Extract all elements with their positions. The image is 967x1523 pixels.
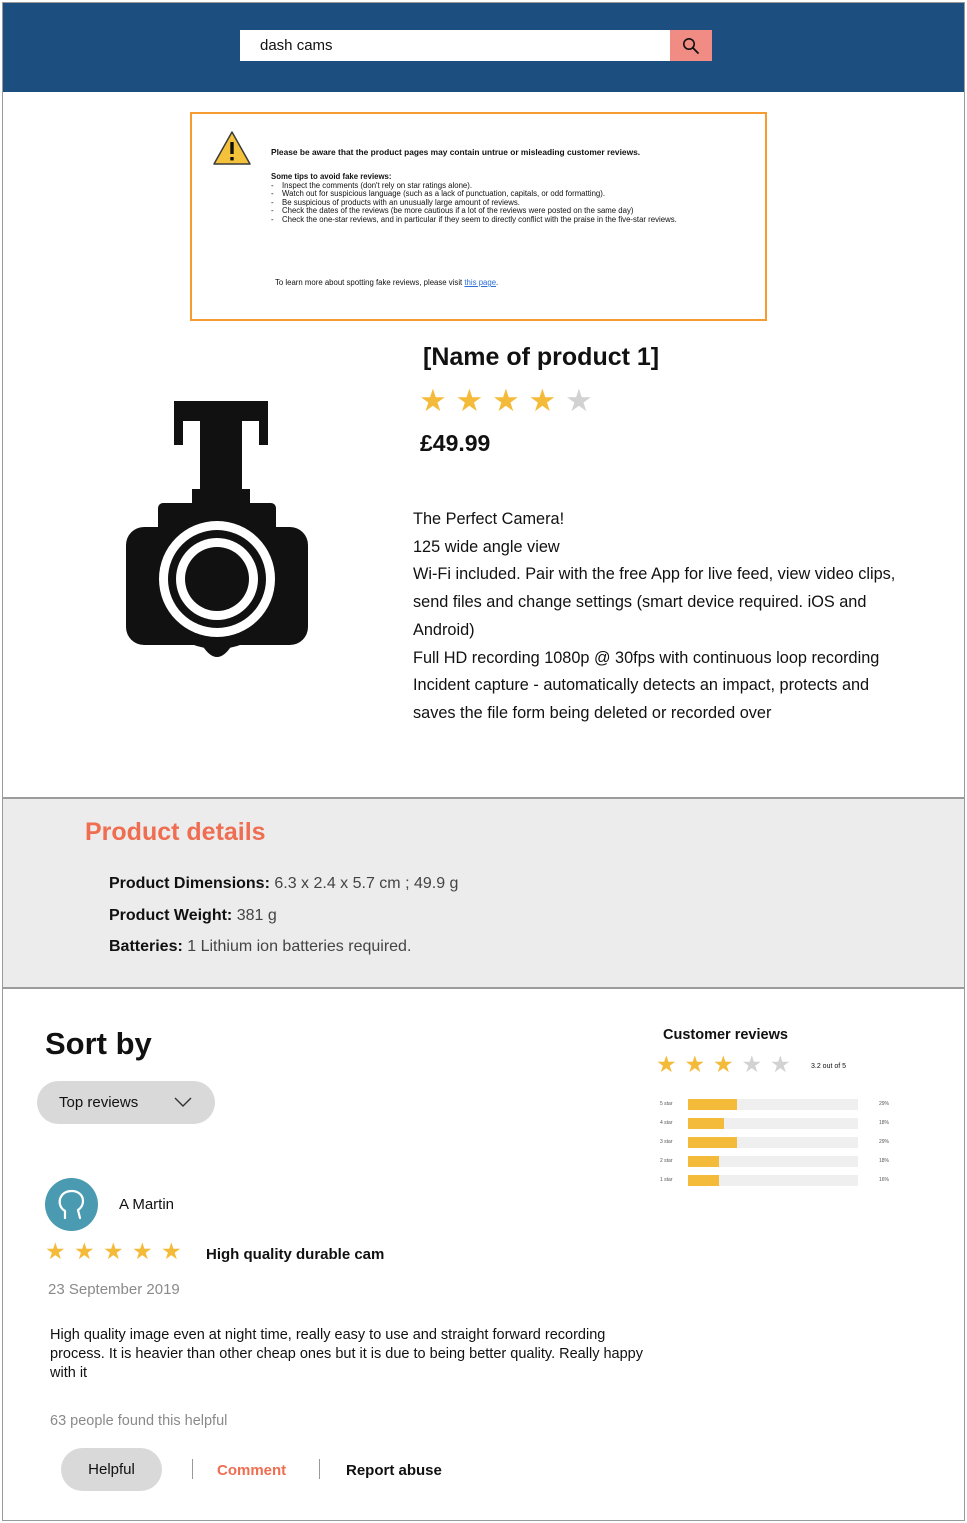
- product-rating: ★ ★ ★ ★ ★: [419, 385, 602, 416]
- histogram-row[interactable]: 3 star 29%: [660, 1137, 900, 1149]
- star-filled-icon: ★: [713, 1051, 734, 1077]
- detail-row-dimensions: Product Dimensions: 6.3 x 2.4 x 5.7 cm ;…: [109, 875, 458, 893]
- sort-by-title: Sort by: [45, 1026, 152, 1061]
- user-avatar-icon: [58, 1189, 84, 1219]
- product-price: £49.99: [420, 430, 491, 456]
- helpful-count: 63 people found this helpful: [50, 1413, 228, 1429]
- product-details-section: Product details Product Dimensions: 6.3 …: [3, 797, 964, 989]
- product-details-title: Product details: [85, 818, 266, 846]
- warning-icon: [213, 131, 251, 165]
- reviewer-avatar: [45, 1178, 98, 1231]
- star-filled-icon: ★: [161, 1238, 182, 1264]
- customer-reviews-score: 3.2 out of 5: [811, 1063, 847, 1070]
- star-filled-icon: ★: [656, 1051, 677, 1077]
- product-title: [Name of product 1]: [423, 343, 660, 371]
- star-empty-icon: ★: [565, 383, 593, 418]
- search-button[interactable]: [670, 30, 712, 61]
- histogram-row[interactable]: 1 star 16%: [660, 1175, 900, 1187]
- review-rating: ★ ★ ★ ★ ★: [45, 1240, 190, 1263]
- feature-item: Full HD recording 1080p @ 30fps with con…: [413, 648, 880, 667]
- histogram-track: [688, 1137, 858, 1148]
- detail-label: Batteries:: [109, 938, 183, 955]
- histogram-percent: 18%: [879, 1158, 890, 1164]
- star-empty-icon: ★: [741, 1051, 763, 1077]
- warning-footer-text: To learn more about spotting fake review…: [275, 278, 465, 287]
- histogram-label: 4 star: [660, 1120, 673, 1126]
- feature-item: Wi-Fi included. Pair with the free App f…: [413, 565, 896, 639]
- star-filled-icon: ★: [132, 1238, 153, 1264]
- histogram-track: [688, 1175, 858, 1186]
- detail-value: 381 g: [232, 907, 277, 924]
- histogram-percent: 29%: [879, 1101, 890, 1107]
- histogram-bar: [688, 1099, 738, 1110]
- histogram-label: 3 star: [660, 1139, 673, 1145]
- histogram-bar: [688, 1137, 738, 1148]
- feature-item: 125 wide angle view: [413, 537, 560, 556]
- star-filled-icon: ★: [455, 383, 484, 418]
- chevron-down-icon: [174, 1097, 192, 1107]
- top-bar: [3, 3, 964, 92]
- warning-footer: To learn more about spotting fake review…: [275, 278, 498, 287]
- detail-value: 1 Lithium ion batteries required.: [182, 938, 412, 955]
- star-filled-icon: ★: [74, 1238, 95, 1264]
- dash-camera-icon: [126, 401, 308, 657]
- histogram-label: 2 star: [660, 1158, 673, 1164]
- helpful-button[interactable]: Helpful: [61, 1448, 162, 1491]
- histogram-bar: [688, 1156, 719, 1167]
- detail-row-batteries: Batteries: 1 Lithium ion batteries requi…: [109, 938, 411, 956]
- learn-more-link[interactable]: this page: [464, 278, 496, 287]
- histogram-row[interactable]: 4 star 18%: [660, 1118, 900, 1130]
- histogram-bar: [688, 1175, 719, 1186]
- histogram-bar: [688, 1118, 724, 1129]
- histogram-label: 5 star: [660, 1101, 673, 1107]
- product-features: The Perfect Camera! 125 wide angle view …: [413, 506, 903, 728]
- feature-item: The Perfect Camera!: [413, 510, 565, 528]
- histogram-track: [688, 1156, 858, 1167]
- star-filled-icon: ★: [492, 383, 520, 418]
- review-date: 23 September 2019: [48, 1281, 180, 1298]
- search-input[interactable]: [240, 30, 670, 61]
- star-filled-icon: ★: [528, 383, 557, 418]
- histogram-track: [688, 1118, 858, 1129]
- sort-selected-value: Top reviews: [59, 1094, 139, 1111]
- review-title: High quality durable cam: [206, 1246, 385, 1263]
- report-abuse-link[interactable]: Report abuse: [346, 1462, 442, 1479]
- histogram-track: [688, 1099, 858, 1110]
- customer-reviews-rating: ★ ★ ★ ★ ★: [656, 1053, 799, 1076]
- histogram-percent: 16%: [879, 1177, 890, 1183]
- star-empty-icon: ★: [770, 1051, 791, 1077]
- search-icon: [683, 37, 699, 54]
- sort-dropdown[interactable]: Top reviews: [37, 1081, 215, 1124]
- action-separator: [192, 1459, 193, 1479]
- reviewer-name: A Martin: [119, 1196, 175, 1213]
- warning-tips-title: Some tips to avoid fake reviews:: [271, 172, 392, 181]
- detail-label: Product Dimensions:: [109, 875, 270, 892]
- comment-link[interactable]: Comment: [217, 1462, 286, 1479]
- warning-footer-end: .: [496, 278, 499, 287]
- fake-review-warning: Please be aware that the product pages m…: [190, 112, 767, 321]
- customer-reviews-title: Customer reviews: [663, 1027, 788, 1043]
- detail-row-weight: Product Weight: 381 g: [109, 907, 277, 925]
- star-filled-icon: ★: [103, 1238, 124, 1264]
- feature-item: Incident capture - automatically detects…: [413, 676, 870, 722]
- review-body: High quality image even at night time, r…: [50, 1327, 643, 1381]
- histogram-percent: 29%: [879, 1139, 890, 1145]
- page: Please be aware that the product pages m…: [2, 2, 965, 1521]
- warning-heading: Please be aware that the product pages m…: [271, 147, 641, 157]
- action-separator: [319, 1459, 320, 1479]
- star-filled-icon: ★: [45, 1238, 66, 1264]
- star-filled-icon: ★: [419, 383, 447, 418]
- histogram-row[interactable]: 2 star 18%: [660, 1156, 900, 1168]
- detail-label: Product Weight:: [109, 907, 233, 924]
- warning-tips-list: Inspect the comments (don't rely on star…: [271, 181, 741, 225]
- histogram-percent: 18%: [879, 1120, 890, 1126]
- warning-tip: Check the one-star reviews, and in parti…: [271, 215, 741, 225]
- histogram-label: 1 star: [660, 1177, 673, 1183]
- histogram-row[interactable]: 5 star 29%: [660, 1099, 900, 1111]
- detail-value: 6.3 x 2.4 x 5.7 cm ; 49.9 g: [269, 875, 459, 892]
- star-filled-icon: ★: [684, 1051, 706, 1077]
